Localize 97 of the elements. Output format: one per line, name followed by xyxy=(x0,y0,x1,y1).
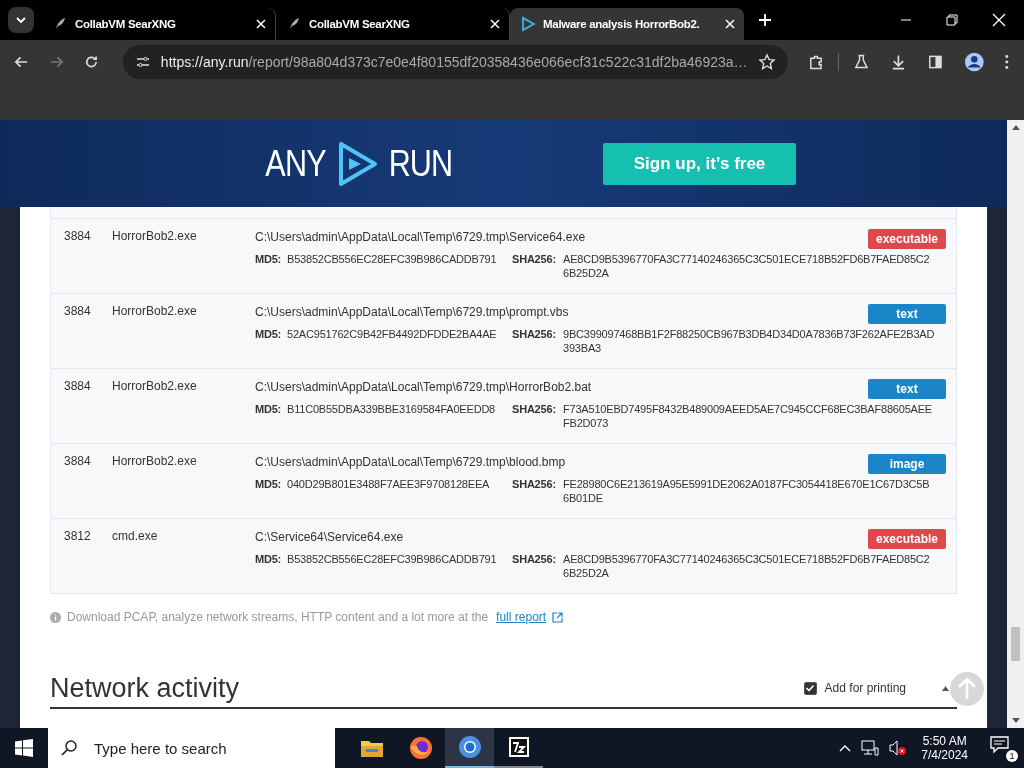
pid-cell-text: 3884 xyxy=(64,304,92,320)
info-icon xyxy=(50,611,61,623)
type-badge: executable xyxy=(868,529,946,549)
process-cell-text: HorrorBob2.exe xyxy=(112,229,198,245)
section-title: Network activity xyxy=(50,672,240,704)
checkbox-label: Add for printing xyxy=(824,681,906,695)
pid-cell-text: 3884 xyxy=(64,229,92,245)
puzzle-icon[interactable] xyxy=(807,53,825,71)
reload-icon[interactable] xyxy=(83,54,99,70)
taskbar-app[interactable] xyxy=(445,728,494,768)
search-placeholder: Type here to search xyxy=(94,739,227,757)
site-settings-icon[interactable] xyxy=(134,54,151,70)
muted-speaker-icon[interactable] xyxy=(889,740,908,756)
type-badge: image xyxy=(868,454,946,474)
checkbox[interactable] xyxy=(803,681,817,695)
star-icon[interactable] xyxy=(757,53,776,71)
pid-cell-text: 3884 xyxy=(64,379,92,395)
md5-value: 52AC951762C9B42FB4492DFDDE2BA4AE xyxy=(287,327,498,342)
close-icon[interactable] xyxy=(255,18,267,30)
chevron-down-icon xyxy=(15,14,27,26)
clock-time: 5:50 AM xyxy=(922,734,967,748)
tab-search-button[interactable] xyxy=(8,7,34,33)
close-icon[interactable] xyxy=(724,18,736,30)
scroll-thumb[interactable] xyxy=(1011,627,1020,661)
md5-value: B53852CB556EC28EFC39B986CADDB791 xyxy=(287,552,498,567)
archive-icon xyxy=(507,736,530,758)
restore-icon[interactable] xyxy=(946,14,958,26)
sha256-value: F73A510EBD7495F8432B489009AEED5AE7C945CCF68EC3BAF88605AEEFB2D073 xyxy=(563,402,933,430)
process-cell-text: cmd.exe xyxy=(112,529,159,545)
hash-label: MD5: xyxy=(255,477,283,492)
hash-label: SHA256: xyxy=(512,327,557,342)
hash-label: SHA256: xyxy=(512,552,557,567)
chat-icon xyxy=(990,736,1010,754)
process-cell-text: HorrorBob2.exe xyxy=(112,454,198,470)
file-path: C:\Users\admin\AppData\Local\Temp\6729.tmp\HorrorBob2.bat xyxy=(255,379,592,394)
logo-text: ANY xyxy=(265,142,326,185)
menu-icon[interactable] xyxy=(1004,53,1010,71)
notification-count: 1 xyxy=(1006,750,1018,762)
type-badge: executable xyxy=(868,229,946,249)
arrow-up-icon xyxy=(956,677,978,701)
file-path: C:\Users\admin\AppData\Local\Temp\6729.tmp\prompt.vbs xyxy=(255,304,569,319)
sha256-value: AE8CD9B5396770FA3C77140246365C3C501ECE718B52FD6B7FAED85C26B25D2A xyxy=(563,552,931,580)
md5-value: 040D29B801E3488F7AEE3F9708128EEA xyxy=(287,477,491,492)
type-badge: text xyxy=(868,379,946,399)
download-icon[interactable] xyxy=(890,53,907,71)
tab-title: Malware analysis HorrorBob2. xyxy=(543,18,701,30)
pid-cell-text: 3812 xyxy=(64,529,92,545)
file-path: C:\Users\admin\AppData\Local\Temp\6729.tmp\Service64.exe xyxy=(255,229,586,244)
sha256-value: 9BC399097468BB1F2F88250CB967B3DB4D34D0A7836B73F262AFE2B3AD393BA3 xyxy=(563,327,935,355)
type-badge: text xyxy=(868,304,946,324)
process-cell-text: HorrorBob2.exe xyxy=(112,379,198,395)
close-icon[interactable] xyxy=(992,13,1006,27)
side-panel-icon[interactable] xyxy=(927,53,944,71)
forward-icon[interactable] xyxy=(48,54,64,70)
logo-text: RUN xyxy=(388,142,453,185)
flask-icon[interactable] xyxy=(853,53,871,71)
scroll-up-icon[interactable] xyxy=(1011,124,1020,130)
full-report-link[interactable]: full report xyxy=(496,610,547,624)
tab-title: CollabVM SearXNG xyxy=(75,18,177,30)
address-bar[interactable]: https://any.run/report/98a804d373c7e0e4f80155df20358436e066ecf31c522c31df2ba46923a… xyxy=(122,45,788,79)
file-path: C:\Users\admin\AppData\Local\Temp\6729.tmp\blood.bmp xyxy=(255,454,566,469)
close-icon[interactable] xyxy=(489,18,501,30)
hash-label: SHA256: xyxy=(512,477,557,492)
scrollbar[interactable] xyxy=(1007,120,1024,728)
new-tab-icon[interactable] xyxy=(758,13,772,27)
clock-date: 7/4/2024 xyxy=(921,748,968,762)
hash-label: MD5: xyxy=(255,252,283,267)
hash-label: SHA256: xyxy=(512,402,557,417)
windows-start-icon[interactable] xyxy=(15,739,33,757)
hash-label: MD5: xyxy=(255,552,283,567)
hash-label: SHA256: xyxy=(512,252,557,267)
network-icon[interactable] xyxy=(861,740,880,756)
back-icon[interactable] xyxy=(14,54,29,70)
sha256-value: AE8CD9B5396770FA3C77140246365C3C501ECE718B52FD6B7FAED85C26B25D2A xyxy=(563,252,931,280)
file-path: C:\Service64\Service64.exe xyxy=(255,529,404,544)
sha256-value: FE28980C6E213619A95E5991DE2062A0187FC3054418E670E1C67D3C5B6B01DE xyxy=(563,477,931,505)
search-icon xyxy=(60,739,78,757)
profile-icon[interactable] xyxy=(963,51,985,73)
pid-cell-text: 3884 xyxy=(64,454,92,470)
scroll-down-icon[interactable] xyxy=(1011,718,1020,724)
collapse-icon[interactable] xyxy=(942,685,949,691)
browser-tab[interactable]: Malware analysis HorrorBob2. xyxy=(510,8,744,40)
md5-value: B53852CB556EC28EFC39B986CADDB791 xyxy=(287,252,498,267)
play-logo-icon xyxy=(520,16,536,32)
tab-title: CollabVM SearXNG xyxy=(309,18,411,30)
note-text: Download PCAP, analyze network streams, HTTP content and a lot more at the xyxy=(67,610,489,624)
md5-value: B11C0B55DBA339BBE3169584FA0EEDD8 xyxy=(287,402,497,417)
hash-label: MD5: xyxy=(255,402,283,417)
browser-icon xyxy=(457,735,482,759)
process-cell-text: HorrorBob2.exe xyxy=(112,304,198,320)
external-link-icon[interactable] xyxy=(552,611,564,623)
chevron-up-icon[interactable] xyxy=(839,744,852,752)
url-text: https://any.run/report/98a804d373c7e0e4f80155df20358436e066ecf31c522c31df2ba46923a… xyxy=(160,54,748,70)
taskbar-search-field[interactable]: Type here to search xyxy=(48,728,335,768)
hash-label: MD5: xyxy=(255,327,283,342)
folder-icon xyxy=(359,738,384,758)
fox-globe-icon xyxy=(408,736,433,760)
